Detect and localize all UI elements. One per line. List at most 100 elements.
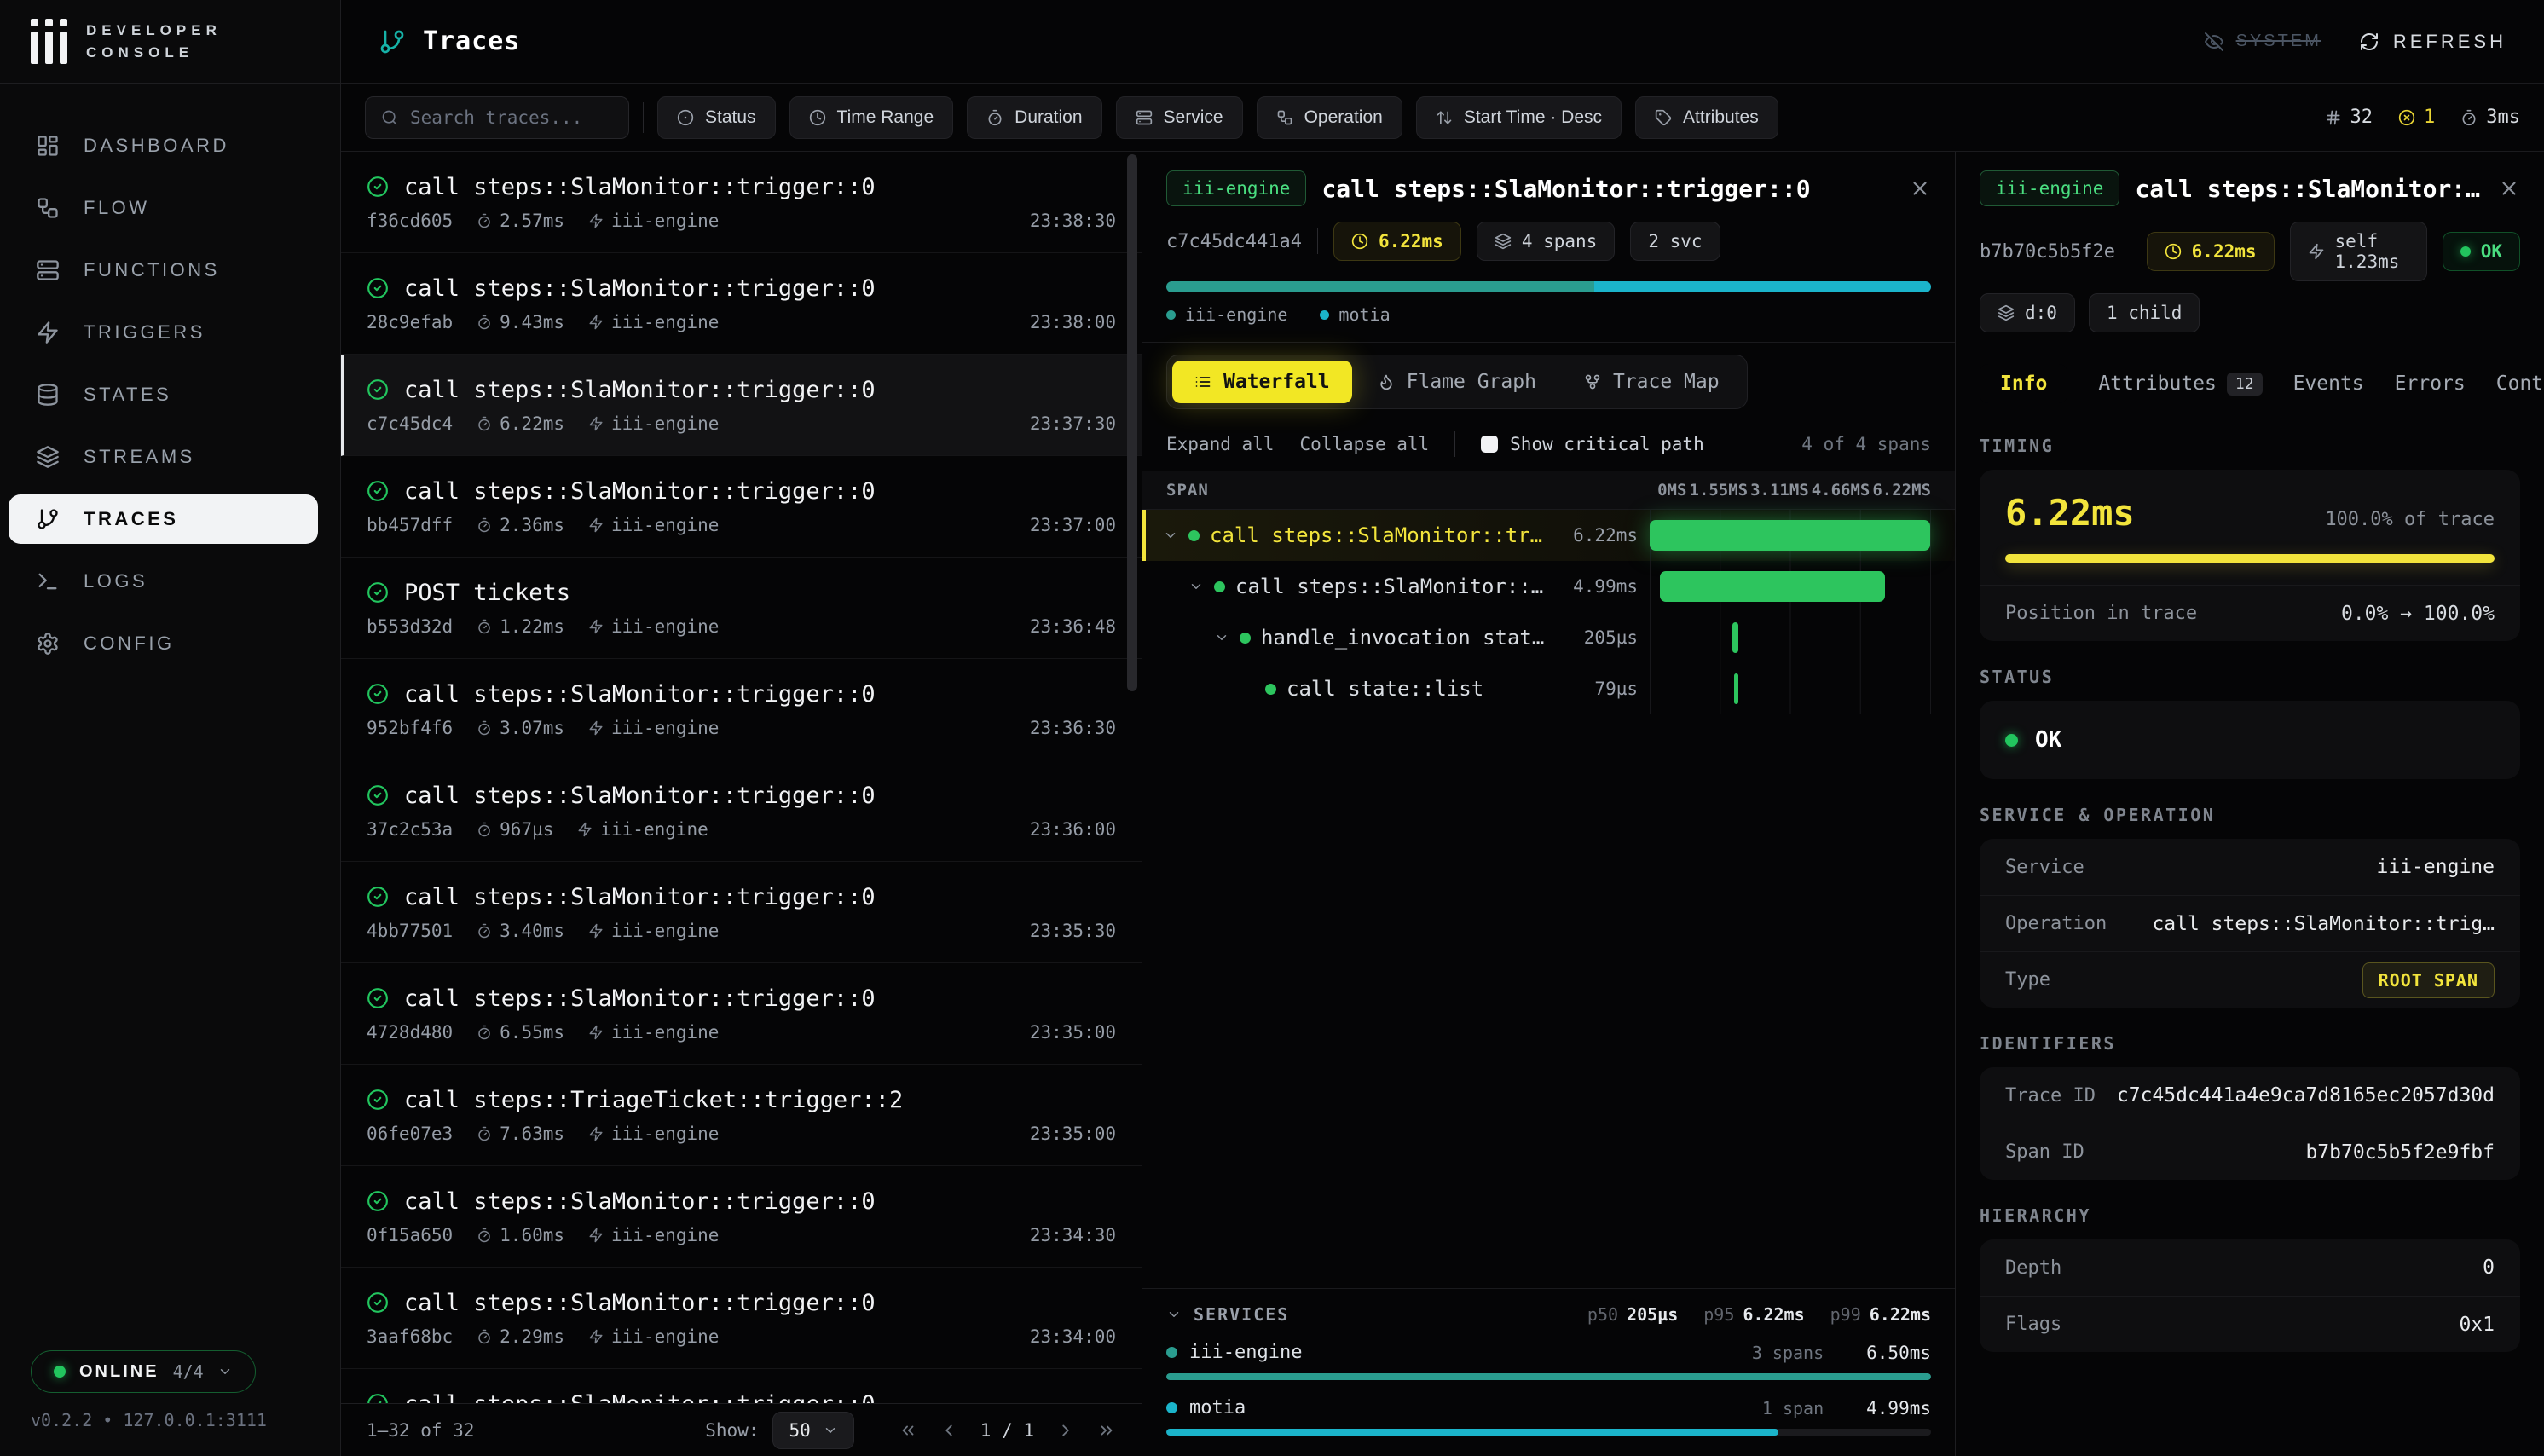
tab-info[interactable]: Info: [1980, 364, 2067, 403]
check-circle-icon: [367, 1089, 389, 1111]
trace-service: iii-engine: [588, 1022, 719, 1043]
trace-name: call steps::SlaMonitor::trigger::0: [404, 1188, 876, 1215]
sidebar-item-triggers[interactable]: TRIGGERS: [9, 308, 318, 357]
search-box[interactable]: [365, 96, 629, 139]
trace-row[interactable]: call steps::SlaMonitor::trigger::0f36cd6…: [341, 152, 1142, 253]
critical-path-toggle[interactable]: Show critical path: [1481, 434, 1704, 454]
trace-name: call steps::SlaMonitor::trigger::0: [404, 1290, 876, 1316]
trace-row[interactable]: call steps::SlaMonitor::trigger::028c9ef…: [341, 253, 1142, 355]
trace-row-meta: 37c2c53a967µsiii-engine23:36:00: [367, 819, 1116, 840]
refresh-button[interactable]: REFRESH: [2359, 31, 2506, 53]
trace-duration: 6.22ms: [1379, 231, 1443, 251]
tab-trace-map[interactable]: Trace Map: [1562, 361, 1742, 403]
tab-events[interactable]: Events: [2293, 373, 2364, 395]
waterfall-span-row[interactable]: call steps::SlaMonitor::tr…6.22ms: [1142, 510, 1955, 561]
waterfall-rows: call steps::SlaMonitor::tr…6.22mscall st…: [1142, 510, 1955, 714]
detail-label: Flags: [2005, 1314, 2061, 1335]
timing-card: 6.22ms 100.0% of trace Position in trace…: [1980, 470, 2520, 641]
detail-value: call steps::SlaMonitor::trig…: [2152, 913, 2495, 935]
sidebar-item-functions[interactable]: FUNCTIONS: [9, 246, 318, 295]
list-scrollbar-thumb[interactable]: [1127, 154, 1137, 691]
trace-row[interactable]: call steps::SlaMonitor::trigger::0c7c45d…: [341, 355, 1142, 456]
service-value: iii-engine: [611, 1225, 719, 1245]
check-circle-icon: [367, 1393, 389, 1403]
trace-row[interactable]: call steps::SlaMonitor::trigger::037c2c5…: [341, 760, 1142, 862]
waterfall-span-row[interactable]: call state::list79µs: [1142, 663, 1955, 714]
layers-icon: [1998, 304, 2015, 321]
trace-row-title: call steps::SlaMonitor::trigger::0: [367, 783, 1116, 809]
filter-button-duration[interactable]: Duration: [967, 96, 1101, 139]
trace-service: iii-engine: [588, 1225, 719, 1245]
services-footer: SERVICES p50205µsp956.22msp996.22ms iii-…: [1142, 1288, 1955, 1456]
trace-row[interactable]: call steps::SlaMonitor::trigger::04728d4…: [341, 963, 1142, 1065]
filter-button-operation[interactable]: Operation: [1257, 96, 1402, 139]
service-value: iii-engine: [611, 1326, 719, 1347]
trace-row[interactable]: POST ticketsb553d32d1.22msiii-engine23:3…: [341, 558, 1142, 659]
expand-all-button[interactable]: Expand all: [1166, 434, 1274, 454]
trace-row[interactable]: call steps::TriageTicket::trigger::206fe…: [341, 1065, 1142, 1166]
percentile: p50205µs: [1587, 1304, 1678, 1325]
sidebar-item-streams[interactable]: STREAMS: [9, 432, 318, 482]
tab-label: Attributes: [2098, 373, 2216, 395]
service-value: iii-engine: [611, 616, 719, 637]
service-value: iii-engine: [611, 515, 719, 535]
first-page-button[interactable]: [899, 1421, 917, 1440]
trace-detail-panel: iii-engine call steps::SlaMonitor::trigg…: [1142, 152, 1956, 1456]
zap-icon: [588, 315, 604, 330]
trace-row[interactable]: call steps::SlaMonitor::trigger::01f18ef…: [341, 1369, 1142, 1403]
sidebar-item-flow[interactable]: FLOW: [9, 183, 318, 233]
trace-row[interactable]: call steps::SlaMonitor::trigger::00f15a6…: [341, 1166, 1142, 1268]
trace-duration: 967µs: [477, 819, 553, 840]
collapse-all-button[interactable]: Collapse all: [1299, 434, 1429, 454]
trace-row[interactable]: call steps::SlaMonitor::trigger::0952bf4…: [341, 659, 1142, 760]
trace-service: iii-engine: [588, 515, 719, 535]
service-dot-icon: [1166, 1347, 1177, 1358]
logo-line2: CONSOLE: [86, 42, 222, 64]
trace-row[interactable]: call steps::SlaMonitor::trigger::03aaf68…: [341, 1268, 1142, 1369]
sidebar-item-traces[interactable]: TRACES: [9, 494, 318, 544]
filter-button-attributes[interactable]: Attributes: [1635, 96, 1778, 139]
tab-attributes[interactable]: Attributes12: [2098, 373, 2262, 396]
depth-value: d:0: [2025, 303, 2057, 323]
sidebar-item-config[interactable]: CONFIG: [9, 619, 318, 668]
sidebar-item-dashboard[interactable]: DASHBOARD: [9, 121, 318, 170]
sidebar-item-logs[interactable]: LOGS: [9, 557, 318, 606]
critical-path-checkbox[interactable]: [1481, 436, 1498, 453]
zap-icon: [588, 1025, 604, 1040]
zap-icon: [2308, 243, 2325, 260]
tab-context[interactable]: Context: [2496, 373, 2544, 395]
span-detail-sections: TIMING 6.22ms 100.0% of trace Position i…: [1956, 417, 2544, 1352]
tab-flame-graph[interactable]: Flame Graph: [1356, 361, 1558, 403]
trace-id: 06fe07e3: [367, 1124, 453, 1144]
close-icon[interactable]: [2498, 177, 2520, 199]
trace-row[interactable]: call steps::SlaMonitor::trigger::0bb457d…: [341, 456, 1142, 558]
waterfall-span-row[interactable]: handle_invocation stat…205µs: [1142, 612, 1955, 663]
trace-id: 0f15a650: [367, 1225, 453, 1245]
online-status-pill[interactable]: ONLINE 4/4: [31, 1350, 256, 1393]
tab-errors[interactable]: Errors: [2395, 373, 2466, 395]
search-input[interactable]: [410, 107, 613, 128]
waterfall-span-row[interactable]: call steps::SlaMonitor::…4.99ms: [1142, 561, 1955, 612]
next-page-button[interactable]: [1056, 1421, 1075, 1440]
filter-button-start-time-desc[interactable]: Start Time · Desc: [1416, 96, 1622, 139]
filter-button-time-range[interactable]: Time Range: [789, 96, 954, 139]
prev-page-button[interactable]: [940, 1421, 958, 1440]
sidebar-nav: DASHBOARD FLOW FUNCTIONS TRIGGERS STATES STRE…: [0, 84, 340, 1328]
chevron-down-icon[interactable]: [1166, 1307, 1182, 1322]
sidebar-item-states[interactable]: STATES: [9, 370, 318, 419]
trace-row-meta: 28c9efab9.43msiii-engine23:38:00: [367, 312, 1116, 332]
page-size-select[interactable]: 50: [772, 1412, 853, 1449]
close-icon[interactable]: [1909, 177, 1931, 199]
system-toggle[interactable]: SYSTEM: [2204, 32, 2321, 52]
timer-icon: [477, 1126, 492, 1141]
workflow-icon: [1276, 109, 1293, 126]
last-page-button[interactable]: [1097, 1421, 1116, 1440]
trace-row[interactable]: call steps::SlaMonitor::trigger::04bb775…: [341, 862, 1142, 963]
filter-toolbar: Status Time Range Duration Service Operation…: [341, 84, 2544, 152]
trace-service: iii-engine: [588, 1326, 719, 1347]
detail-label: Operation: [2005, 913, 2107, 934]
filter-button-service[interactable]: Service: [1116, 96, 1243, 139]
span-duration: 79µs: [1582, 679, 1638, 699]
filter-button-status[interactable]: Status: [657, 96, 776, 139]
tab-waterfall[interactable]: Waterfall: [1172, 361, 1352, 403]
